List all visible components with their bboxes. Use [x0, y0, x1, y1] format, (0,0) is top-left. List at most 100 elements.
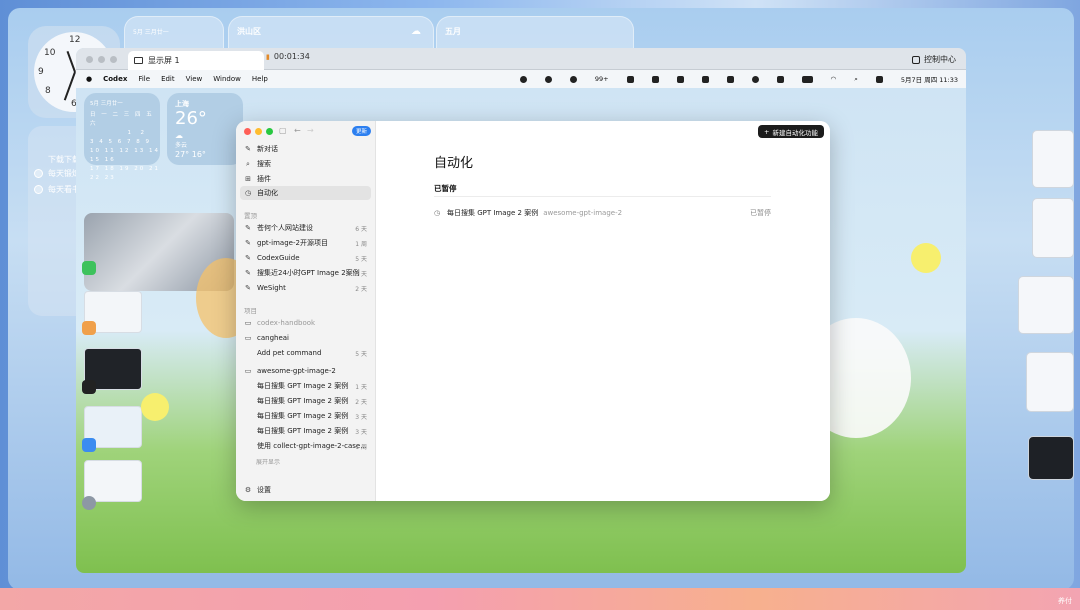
project-item[interactable]: Add pet command 5 天	[240, 346, 371, 360]
terminal-icon[interactable]	[82, 380, 96, 394]
stage-thumbnail[interactable]	[84, 460, 142, 502]
sidebar-item-automation[interactable]: ◷ 自动化	[240, 186, 371, 200]
clock-num-8: 8	[45, 86, 51, 96]
stage-thumbnail[interactable]	[1028, 436, 1074, 480]
menu-file[interactable]: File	[138, 75, 150, 83]
clock-num-12: 12	[69, 35, 81, 45]
menu-window[interactable]: Window	[213, 75, 241, 83]
control-icon[interactable]	[875, 75, 883, 83]
stage-thumbnail[interactable]	[1018, 276, 1074, 334]
sidebar-item-search[interactable]: ⌕ 搜索	[240, 157, 371, 171]
sidebar-toggle-icon[interactable]: ▢	[279, 126, 287, 135]
paused-status-icon: ◷	[434, 209, 441, 217]
status-icon[interactable]	[726, 75, 734, 83]
pinned-thread[interactable]: ✎ 搜集近24小时GPT Image 2案例 3 天	[240, 266, 371, 280]
month-label: 五月	[445, 27, 461, 36]
moon-icon[interactable]	[751, 75, 759, 83]
close-button[interactable]	[244, 128, 251, 135]
tab-display-1[interactable]: 显示屏 1	[128, 51, 264, 70]
pin-icon: ✎	[245, 269, 251, 277]
todo-item[interactable]: 每天锻炼	[34, 168, 80, 179]
update-button[interactable]: 更新	[352, 126, 371, 136]
mini-weather-desc: 多云	[175, 142, 188, 149]
minimize-button[interactable]	[255, 128, 262, 135]
stage-thumbnail[interactable]	[1032, 198, 1074, 258]
menu-edit[interactable]: Edit	[161, 75, 175, 83]
mini-calendar-widget[interactable]: 5月 三月廿一 日 一 二 三 四 五 六 1 2 3 4 5 6 7 8 9 …	[84, 93, 160, 181]
project-item[interactable]: ▭ awesome-gpt-image-2	[240, 364, 371, 378]
stage-thumbnail[interactable]	[1032, 130, 1074, 188]
bottom-glow	[0, 588, 1080, 610]
status-icon[interactable]	[776, 75, 784, 83]
project-thread[interactable]: 使用 collect-gpt-image-2-case... 1 周	[240, 439, 371, 453]
zoom-button[interactable]	[110, 56, 117, 63]
project-item[interactable]: ▭ cangheai	[240, 331, 371, 345]
menu-app-name[interactable]: Codex	[103, 75, 127, 83]
sidebar-item-label: 插件	[257, 175, 271, 183]
app-icon[interactable]	[82, 321, 96, 335]
todo-item[interactable]: 每天看书	[34, 184, 80, 195]
sidebar-item-plugins[interactable]: ⊞ 插件	[240, 172, 371, 186]
wechat-icon[interactable]	[82, 261, 96, 275]
app-icon[interactable]	[82, 438, 96, 452]
checkbox-icon[interactable]	[34, 169, 43, 178]
codex-app-window[interactable]: ▢ ← → 更新 ✎ 新对话 ⌕ 搜索 ⊞ 插件 ◷ 自动化 置顶 项目 展开显示 ⚙ 设…	[236, 121, 830, 501]
desktop: 5月 三月廿一 洪山区 ☁ 五月 12 3 6 9 10 8 下载下载 每天锻炼…	[8, 8, 1074, 590]
gear-icon[interactable]	[519, 75, 527, 83]
sidebar-item-label: 新对话	[257, 145, 278, 153]
sidebar-item-label: 使用 collect-gpt-image-2-case...	[257, 442, 367, 450]
show-more-link[interactable]: 展开显示	[256, 457, 280, 466]
project-thread[interactable]: 每日搜集 GPT Image 2 案例 3 天	[240, 409, 371, 423]
project-thread[interactable]: 每日搜集 GPT Image 2 案例 3 天	[240, 424, 371, 438]
minimize-button[interactable]	[98, 56, 105, 63]
forward-arrow-icon[interactable]: →	[307, 126, 314, 135]
pinned-thread[interactable]: ✎ CodexGuide 5 天	[240, 251, 371, 265]
status-icon[interactable]	[651, 75, 659, 83]
status-icon[interactable]	[701, 75, 709, 83]
project-thread[interactable]: 每日搜集 GPT Image 2 案例 2 天	[240, 394, 371, 408]
new-automation-button[interactable]: + 新建自动化功能	[758, 125, 824, 138]
zoom-button[interactable]	[266, 128, 273, 135]
control-center-button[interactable]: 控制中心	[912, 54, 956, 65]
checkbox-icon[interactable]	[34, 185, 43, 194]
notification-badge: 99+	[594, 75, 609, 83]
project-item[interactable]: ▭ codex-handbook	[240, 316, 371, 330]
menu-view[interactable]: View	[186, 75, 203, 83]
status-icon[interactable]	[676, 75, 684, 83]
stage-thumbnail[interactable]	[1026, 352, 1074, 412]
apple-icon[interactable]: ●	[86, 75, 92, 83]
sidebar-item-new-chat[interactable]: ✎ 新对话	[240, 142, 371, 156]
pinned-thread[interactable]: ✎ WeSight 2 天	[240, 281, 371, 295]
automation-task-row[interactable]: ◷ 每日搜集 GPT Image 2 案例 awesome-gpt-image-…	[434, 207, 771, 219]
task-repo: awesome-gpt-image-2	[543, 209, 623, 217]
calendar-widget-date: 5月 三月廿一	[133, 29, 169, 36]
sidebar-item-label: 自动化	[257, 189, 278, 197]
clock-icon: ◷	[244, 189, 252, 197]
status-icon[interactable]	[544, 75, 552, 83]
clock-hour-hand	[66, 50, 76, 73]
search-icon[interactable]: ⌕	[854, 75, 858, 84]
settings-icon[interactable]	[82, 496, 96, 510]
project-thread[interactable]: 每日搜集 GPT Image 2 案例 1 天	[240, 379, 371, 393]
pinned-thread[interactable]: ✎ 苍何个人网站建设 6 天	[240, 221, 371, 235]
back-arrow-icon[interactable]: ←	[294, 126, 301, 135]
settings-button[interactable]: ⚙ 设置	[240, 483, 371, 497]
status-icon[interactable]	[626, 75, 634, 83]
mini-weather-widget[interactable]: 上海 26° ☁ 多云 27° 16°	[167, 93, 243, 165]
battery-icon[interactable]	[801, 75, 813, 83]
wifi-icon[interactable]: ◠	[831, 75, 837, 83]
sidebar-item-meta: 3 天	[355, 270, 367, 278]
menubar-datetime[interactable]: 5月7日 周四 11:33	[901, 74, 958, 84]
gear-icon: ⚙	[244, 486, 252, 494]
mini-weather-temp: 26°	[175, 108, 207, 129]
monitor-icon	[134, 57, 143, 64]
menu-help[interactable]: Help	[252, 75, 268, 83]
wechat-icon[interactable]	[569, 75, 577, 83]
sidebar-item-label: awesome-gpt-image-2	[257, 367, 336, 375]
pinned-thread[interactable]: ✎ gpt-image-2开源项目 1 周	[240, 236, 371, 250]
control-center-label: 控制中心	[924, 55, 956, 64]
sidebar-item-meta: 1 天	[355, 383, 367, 391]
cal-row: 17 18 19 20 21 22 23	[90, 166, 160, 181]
close-button[interactable]	[86, 56, 93, 63]
pinned-header: 置顶	[244, 212, 257, 220]
